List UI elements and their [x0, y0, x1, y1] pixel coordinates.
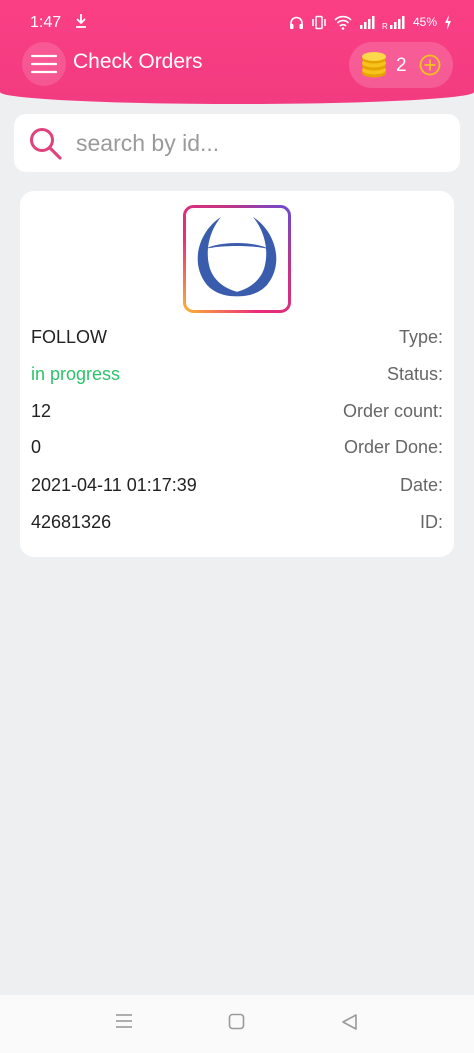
order-done-value: 0 — [31, 437, 42, 457]
order-row-count: 12 Order count: — [31, 401, 443, 429]
coin-balance[interactable]: 2 — [349, 42, 453, 88]
hamburger-menu-icon — [31, 54, 57, 74]
battery-level: 45% — [412, 15, 437, 29]
back-icon[interactable] — [341, 1013, 358, 1031]
order-type-value: FOLLOW — [31, 327, 108, 347]
order-date-value: 2021-04-11 01:17:39 — [31, 475, 197, 495]
order-date-label: Date: — [399, 475, 443, 495]
search-bar — [14, 114, 460, 172]
page-title: Check Orders — [73, 50, 203, 73]
download-icon — [76, 14, 86, 28]
system-nav-bar — [0, 995, 474, 1053]
recents-icon[interactable] — [115, 1013, 133, 1029]
status-time: 1:47 — [30, 14, 62, 31]
signal-icon — [359, 15, 375, 29]
wifi-icon — [334, 15, 352, 30]
headset-icon — [289, 16, 303, 29]
svg-text:R: R — [382, 22, 388, 30]
order-type-label: Type: — [398, 327, 443, 347]
menu-button[interactable] — [22, 42, 66, 86]
roaming-signal-icon: R — [382, 15, 405, 30]
home-icon[interactable] — [228, 1013, 245, 1030]
order-card[interactable]: FOLLOW Type: in progress Status: 12 Orde… — [20, 191, 454, 557]
order-row-type: FOLLOW Type: — [31, 327, 443, 355]
order-status-label: Status: — [386, 364, 443, 384]
plus-circle-icon[interactable] — [419, 54, 441, 76]
app-header: 1:47 R 45% Check Orders 2 — [0, 0, 474, 104]
coin-stack-icon — [362, 52, 386, 78]
search-input[interactable] — [76, 114, 446, 172]
status-bar: 1:47 R 45% — [0, 0, 474, 44]
battery-charging-icon — [445, 14, 451, 30]
order-row-id: 42681326 ID: — [31, 512, 443, 540]
order-status-value: in progress — [31, 364, 121, 384]
search-icon[interactable] — [28, 126, 64, 162]
vibrate-icon — [312, 15, 326, 29]
order-row-done: 0 Order Done: — [31, 437, 443, 465]
order-id-value: 42681326 — [31, 512, 112, 532]
order-count-value: 12 — [31, 401, 52, 421]
order-row-date: 2021-04-11 01:17:39 Date: — [31, 475, 443, 503]
order-id-label: ID: — [419, 512, 443, 532]
order-row-status: in progress Status: — [31, 364, 443, 392]
coin-count: 2 — [396, 55, 407, 76]
order-done-label: Order Done: — [343, 437, 443, 457]
triquetra-logo-icon — [183, 205, 291, 313]
order-count-label: Order count: — [342, 401, 443, 421]
